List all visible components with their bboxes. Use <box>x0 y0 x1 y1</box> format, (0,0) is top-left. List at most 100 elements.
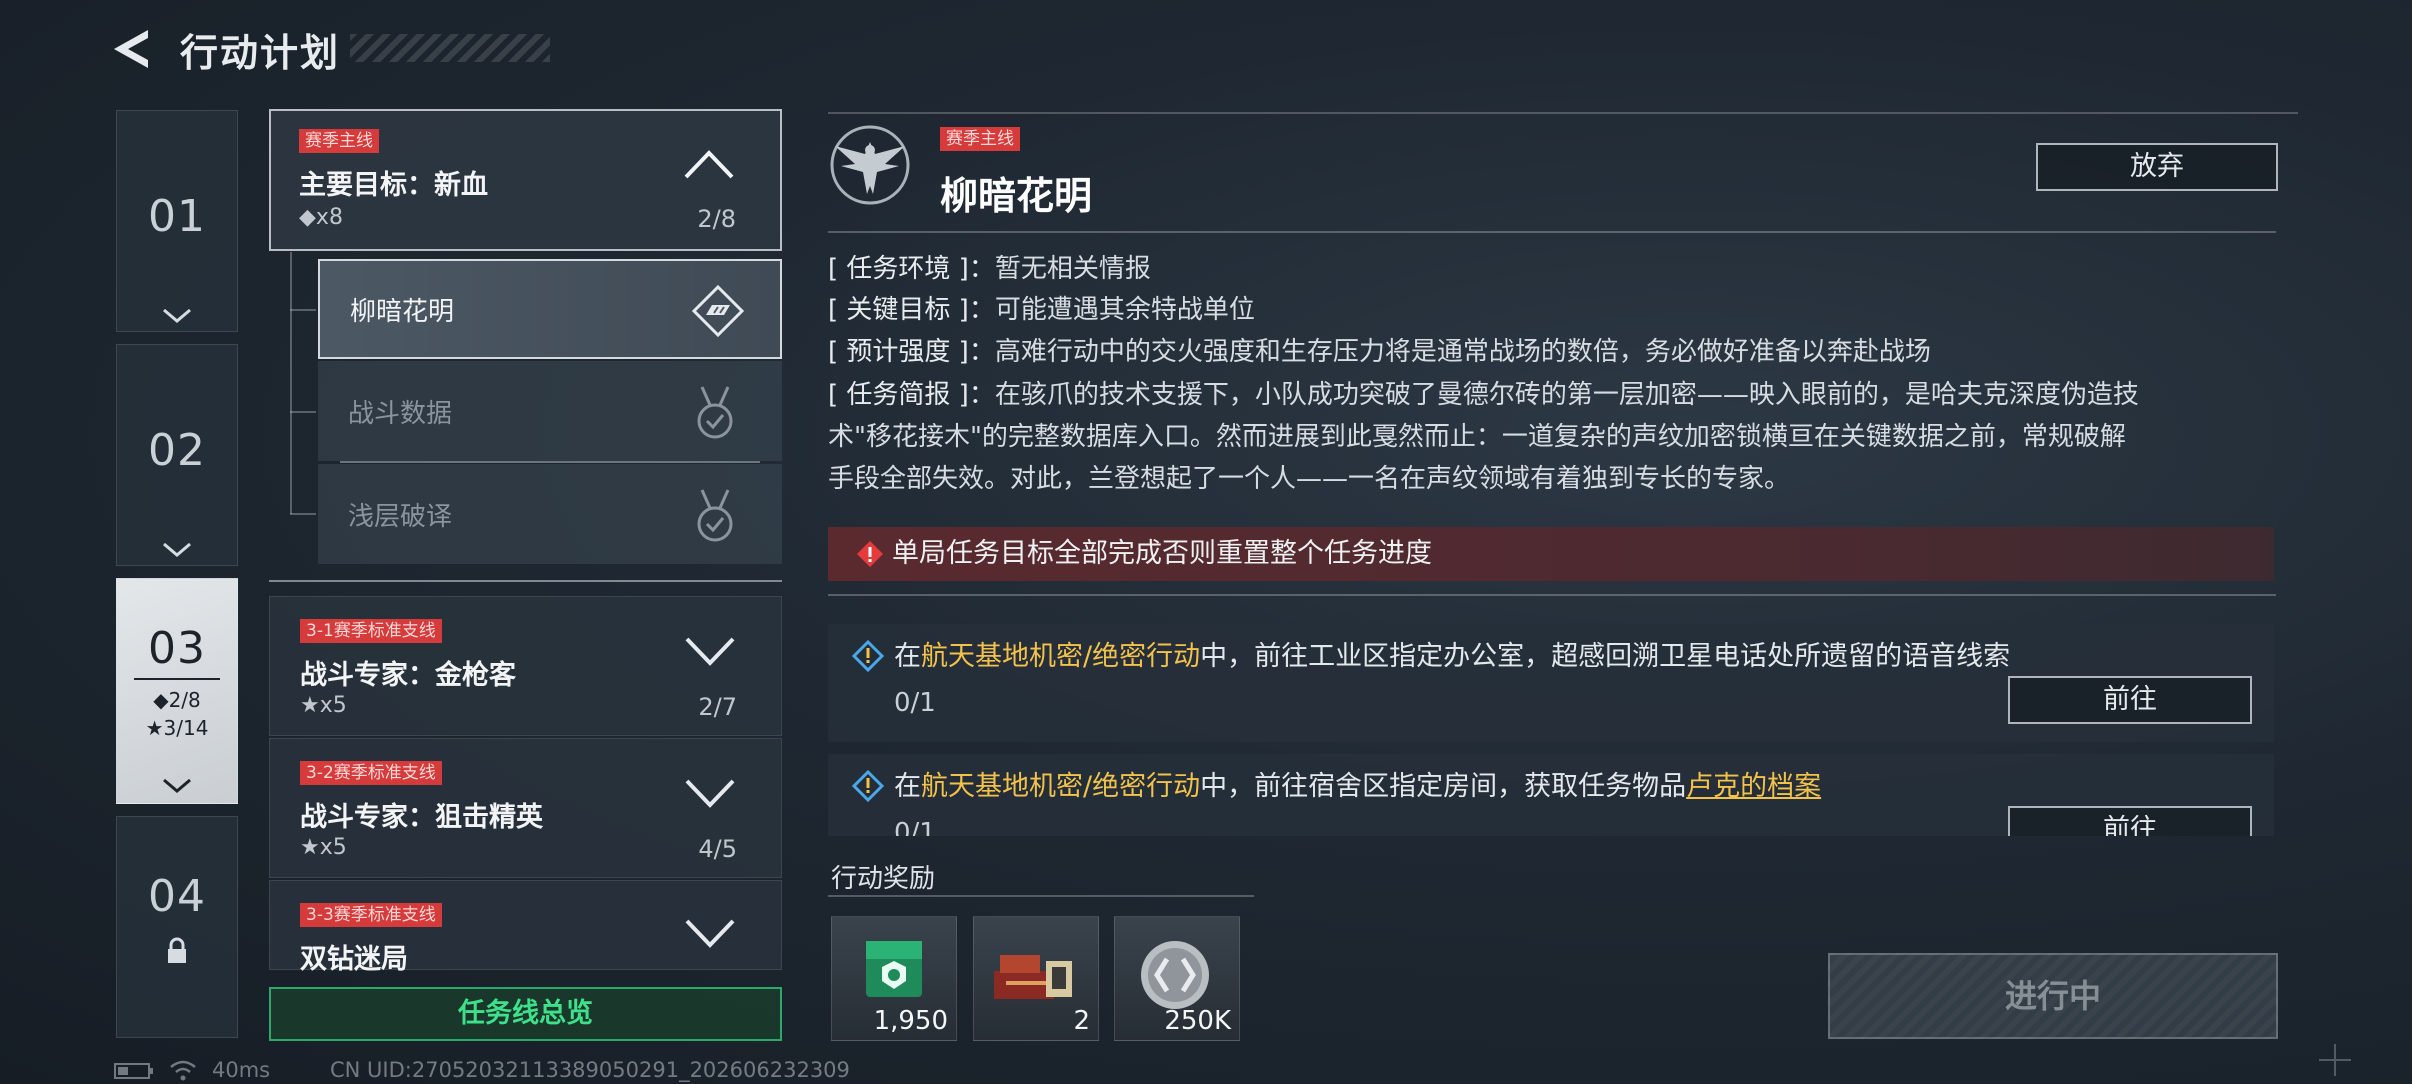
questline-overview-button[interactable]: 任务线总览 <box>269 987 782 1041</box>
list-divider <box>269 580 782 582</box>
reward-item[interactable]: 250K <box>1114 916 1240 1041</box>
subquest-item[interactable]: 战斗数据 <box>318 361 782 461</box>
battery-icon <box>114 1063 153 1079</box>
side-quest-card[interactable]: 3-3赛季标准支线 双钻迷局 <box>269 880 782 975</box>
objective-item-link[interactable]: 卢克的档案 <box>1686 771 1821 802</box>
quest-name: 战斗专家：金枪客 <box>300 660 516 691</box>
lock-icon <box>168 937 186 963</box>
quest-progress: 4/5 <box>698 835 737 863</box>
tree-line <box>290 309 316 311</box>
chevron-down-icon <box>163 542 191 557</box>
objective-location: 航天基地机密/绝密行动 <box>921 771 1201 802</box>
info-key: [ 任务环境 ]： <box>828 254 995 284</box>
go-button[interactable]: 前往 <box>2008 806 2252 836</box>
side-quest-card[interactable]: 3-2赛季标准支线 战斗专家：狙击精英 ★x5 4/5 <box>269 738 782 878</box>
quest-tag: 3-1赛季标准支线 <box>300 619 442 643</box>
quest-tag: 3-3赛季标准支线 <box>300 903 442 927</box>
objective-item: 在航天基地机密/绝密行动中，前往工业区指定办公室，超感回溯卫星电话处所遗留的语音… <box>828 624 2274 742</box>
chapter-divider <box>134 678 220 680</box>
info-key: [ 预计强度 ]： <box>828 337 995 367</box>
chevron-down-icon <box>163 308 191 323</box>
info-briefing-line: 术"移花接木"的完整数据库入口。然而进展到此戛然而止：一道复杂的声纹加密锁横亘在… <box>828 422 2126 452</box>
side-quest-card[interactable]: 3-1赛季标准支线 战斗专家：金枪客 ★x5 2/7 <box>269 596 782 736</box>
chapter-number: 02 <box>148 425 206 476</box>
give-up-button[interactable]: 放弃 <box>2036 143 2278 191</box>
chapter-number: 04 <box>148 871 206 922</box>
chapter-star-progress: ★3/14 <box>145 716 209 740</box>
warning-banner: 单局任务目标全部完成否则重置整个任务进度 <box>828 527 2274 581</box>
objective-text-part: 在 <box>894 641 921 672</box>
chapter-tab-03[interactable]: 03 ◆2/8 ★3/14 <box>116 578 238 804</box>
quest-tag: 赛季主线 <box>299 129 379 153</box>
info-value: 在骇爪的技术支援下，小队成功突破了曼德尔砖的第一层加密——映入眼前的，是哈夫克深… <box>994 380 2139 410</box>
objectives-list[interactable]: 在航天基地机密/绝密行动中，前往工业区指定办公室，超感回溯卫星电话处所遗留的语音… <box>828 624 2274 836</box>
mission-title: 柳暗花明 <box>940 174 1093 218</box>
info-key: [ 关键目标 ]： <box>828 295 995 325</box>
chapter-number: 03 <box>148 623 206 674</box>
info-value: 高难行动中的交火强度和生存压力将是通常战场的数倍，务必做好准备以奔赴战场 <box>994 337 1931 367</box>
objective-text: 在航天基地机密/绝密行动中，前往宿舍区指定房间，获取任务物品卢克的档案 <box>894 764 1821 803</box>
eagle-emblem-icon <box>830 125 910 205</box>
warning-text: 单局任务目标全部完成否则重置整个任务进度 <box>892 538 1432 569</box>
chapter-tab-02[interactable]: 02 <box>116 344 238 566</box>
quest-progress: 2/8 <box>697 205 736 233</box>
subquest-item[interactable]: 柳暗花明 <box>318 259 782 359</box>
chevron-down-icon[interactable] <box>683 915 737 949</box>
info-strength: [ 预计强度 ]：高难行动中的交火强度和生存压力将是通常战场的数倍，务必做好准备… <box>828 330 2278 374</box>
back-arrow-icon[interactable] <box>108 26 154 72</box>
chevron-up-icon[interactable] <box>682 147 736 181</box>
chapter-tab-01[interactable]: 01 <box>116 110 238 332</box>
objective-progress: 0/1 <box>894 688 936 718</box>
objective-text: 在航天基地机密/绝密行动中，前往工业区指定办公室，超感回溯卫星电话处所遗留的语音… <box>894 634 2010 673</box>
warning-icon <box>857 541 883 567</box>
weapon-crate-icon <box>994 955 1072 999</box>
quest-reward: ★x5 <box>300 835 347 860</box>
info-key: [ 任务简报 ]： <box>828 380 995 410</box>
reward-item[interactable]: 2 <box>973 916 1099 1041</box>
completed-medal-icon <box>697 489 733 542</box>
quest-name: 战斗专家：狙击精英 <box>300 802 543 833</box>
uid-text: CN UID:27052032113389050291_202606232309 <box>330 1058 850 1082</box>
subquest-divider <box>340 461 760 463</box>
chevron-down-icon[interactable] <box>683 775 737 809</box>
tree-line <box>290 513 316 515</box>
chevron-down-icon <box>163 778 191 793</box>
detail-tag: 赛季主线 <box>940 127 1020 151</box>
quest-reward: ★x5 <box>300 693 347 718</box>
silver-coin-icon <box>1141 941 1209 1009</box>
quest-name: 双钻迷局 <box>300 944 408 975</box>
detail-top-line <box>828 112 2298 114</box>
tree-line <box>290 252 292 514</box>
page-title: 行动计划 <box>180 31 341 75</box>
ping-text: 40ms <box>212 1058 271 1082</box>
info-value: 暂无相关情报 <box>994 254 1151 284</box>
main-quest-card[interactable]: 赛季主线 主要目标：新血 ◆x8 2/8 <box>269 109 782 251</box>
subquest-label: 柳暗花明 <box>350 297 455 327</box>
chapter-tab-04[interactable]: 04 <box>116 816 238 1038</box>
objective-text-part: 在 <box>894 771 921 802</box>
objective-item: 在航天基地机密/绝密行动中，前往宿舍区指定房间，获取任务物品卢克的档案 0/1 … <box>828 754 2274 836</box>
objective-progress: 0/1 <box>894 818 936 836</box>
target-diamond-icon <box>691 284 745 338</box>
medal-box-icon <box>866 941 922 997</box>
info-key-target: [ 关键目标 ]：可能遭遇其余特战单位 <box>828 288 2278 332</box>
chapter-number: 01 <box>148 191 206 242</box>
chevron-down-icon[interactable] <box>683 633 737 667</box>
title-decoration <box>350 34 550 62</box>
go-button[interactable]: 前往 <box>2008 676 2252 724</box>
rewards-title: 行动奖励 <box>831 864 936 894</box>
info-diamond-icon <box>852 640 884 672</box>
crosshair-icon <box>2319 1044 2351 1076</box>
objective-location: 航天基地机密/绝密行动 <box>921 641 1201 672</box>
reward-amount: 1,950 <box>873 1006 948 1036</box>
subquest-item[interactable]: 浅层破译 <box>318 464 782 564</box>
info-briefing-line: 手段全部失效。对此，兰登想起了一个人——一名在声纹领域有着独到专长的专家。 <box>828 464 1791 494</box>
info-diamond-icon <box>852 770 884 802</box>
subquest-label: 浅层破译 <box>348 502 453 532</box>
quest-tag: 3-2赛季标准支线 <box>300 761 442 785</box>
reward-item[interactable]: 1,950 <box>831 916 957 1041</box>
objective-text-part: 中，前往宿舍区指定房间，获取任务物品 <box>1200 771 1687 802</box>
chapter-diamond-progress: ◆2/8 <box>153 688 201 712</box>
wifi-icon <box>170 1060 196 1081</box>
reward-amount: 250K <box>1164 1006 1231 1036</box>
